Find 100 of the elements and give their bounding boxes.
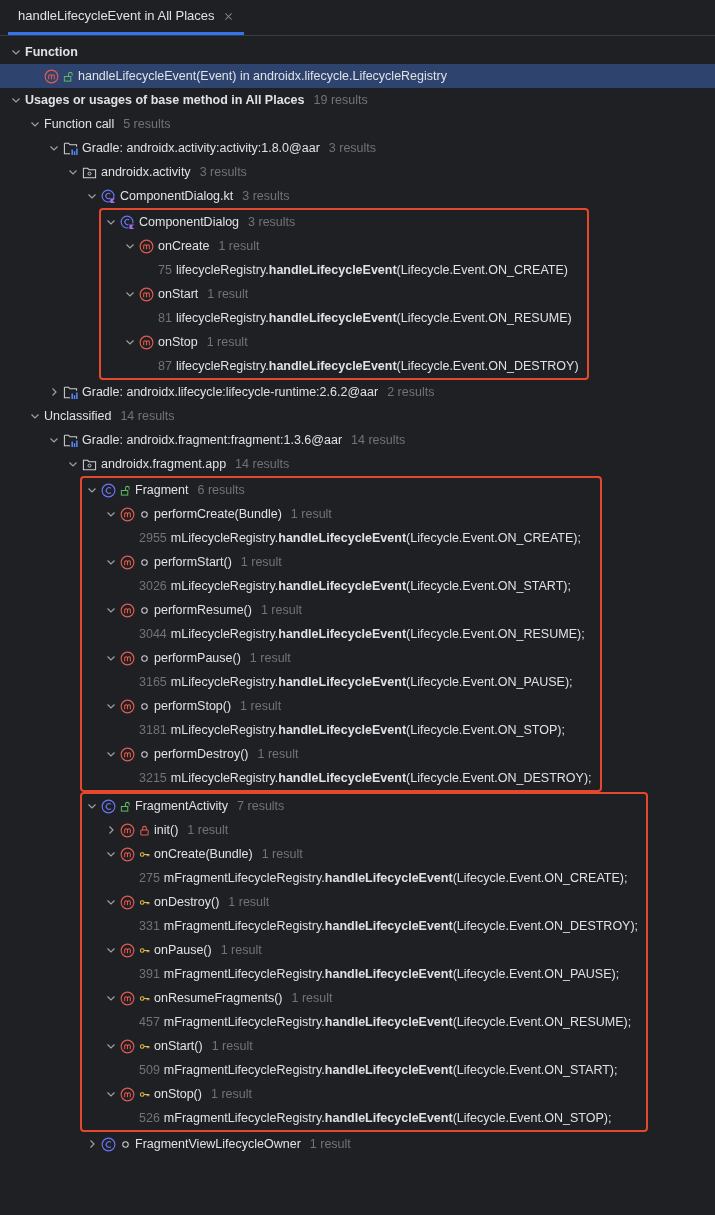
- method-icon: [139, 238, 154, 254]
- tree-row[interactable]: handleLifecycleEvent(Event) in androidx.lifecycle.LifecycleRegistry: [0, 64, 715, 88]
- chevron-icon[interactable]: [105, 509, 116, 519]
- tree-row[interactable]: onPause() 1 result: [82, 938, 639, 962]
- tree-row[interactable]: init() 1 result: [82, 818, 639, 842]
- chevron-icon[interactable]: [105, 993, 116, 1003]
- tab[interactable]: handleLifecycleEvent in All Places: [8, 0, 244, 35]
- chevron-icon[interactable]: [105, 557, 116, 567]
- tree-row[interactable]: Unclassified 14 results: [0, 404, 715, 428]
- tree-row[interactable]: 3165 mLifecycleRegistry.handleLifecycleEvent(Lifecycle.Event.ON_PAUSE);: [82, 670, 592, 694]
- chevron-icon[interactable]: [86, 485, 97, 495]
- tree-row[interactable]: 2955 mLifecycleRegistry.handleLifecycleEvent(Lifecycle.Event.ON_CREATE);: [82, 526, 592, 550]
- chevron-icon[interactable]: [10, 47, 21, 57]
- chevron-icon[interactable]: [67, 167, 78, 177]
- chevron-icon[interactable]: [124, 241, 135, 251]
- result-count: 1 result: [261, 845, 303, 863]
- tree-row[interactable]: 87 lifecycleRegistry.handleLifecycleEvent(Lifecycle.Event.ON_DESTROY): [101, 354, 579, 378]
- tree-row[interactable]: onCreate 1 result: [101, 234, 579, 258]
- tree-row[interactable]: 75 lifecycleRegistry.handleLifecycleEvent(Lifecycle.Event.ON_CREATE): [101, 258, 579, 282]
- tree-row[interactable]: Gradle: androidx.lifecycle:lifecycle-runtime:2.6.2@aar 2 results: [0, 380, 715, 404]
- chevron-icon[interactable]: [105, 849, 116, 859]
- method-icon: [120, 846, 135, 862]
- tree-row[interactable]: androidx.activity 3 results: [0, 160, 715, 184]
- tree-row[interactable]: FragmentActivity 7 results: [82, 794, 639, 818]
- tree-row[interactable]: onCreate(Bundle) 1 result: [82, 842, 639, 866]
- code-line: mLifecycleRegistry.handleLifecycleEvent(Lifecycle.Event.ON_DESTROY);: [170, 769, 592, 787]
- chevron-icon[interactable]: [105, 1089, 116, 1099]
- tree-row[interactable]: Function call 5 results: [0, 112, 715, 136]
- line-number: 2955: [139, 529, 167, 547]
- tree-row[interactable]: 3026 mLifecycleRegistry.handleLifecycleEvent(Lifecycle.Event.ON_START);: [82, 574, 592, 598]
- method-icon: [139, 286, 154, 302]
- tree-row[interactable]: 331 mFragmentLifecycleRegistry.handleLifecycleEvent(Lifecycle.Event.ON_DESTROY);: [82, 914, 639, 938]
- method-icon: [120, 942, 135, 958]
- tree-row[interactable]: 275 mFragmentLifecycleRegistry.handleLifecycleEvent(Lifecycle.Event.ON_CREATE);: [82, 866, 639, 890]
- tree-row[interactable]: androidx.fragment.app 14 results: [0, 452, 715, 476]
- chevron-icon[interactable]: [124, 289, 135, 299]
- chevron-icon[interactable]: [105, 1041, 116, 1051]
- node-label: Gradle: androidx.activity:activity:1.8.0@aar: [82, 139, 320, 157]
- tree-row[interactable]: Gradle: androidx.fragment:fragment:1.3.6@aar 14 results: [0, 428, 715, 452]
- tree-row[interactable]: performDestroy() 1 result: [82, 742, 592, 766]
- tree-row[interactable]: Function: [0, 40, 715, 64]
- tree-row[interactable]: Usages or usages of base method in All Places 19 results: [0, 88, 715, 112]
- tree-row[interactable]: FragmentViewLifecycleOwner 1 result: [0, 1132, 715, 1156]
- tree-row[interactable]: Fragment 6 results: [82, 478, 592, 502]
- close-icon[interactable]: [222, 10, 234, 22]
- tree-row[interactable]: ComponentDialog 3 results: [101, 210, 579, 234]
- chevron-icon[interactable]: [105, 605, 116, 615]
- code-line: lifecycleRegistry.handleLifecycleEvent(Lifecycle.Event.ON_DESTROY): [175, 357, 579, 375]
- tree-row[interactable]: onStart 1 result: [101, 282, 579, 306]
- tree-row[interactable]: 526 mFragmentLifecycleRegistry.handleLifecycleEvent(Lifecycle.Event.ON_STOP);: [82, 1106, 639, 1130]
- class-icon: [101, 1136, 116, 1152]
- chevron-icon[interactable]: [29, 119, 40, 129]
- result-count: 1 result: [291, 989, 333, 1007]
- line-number: 75: [158, 261, 172, 279]
- tree-row[interactable]: onStart() 1 result: [82, 1034, 639, 1058]
- chevron-icon[interactable]: [86, 801, 97, 811]
- tree-row[interactable]: performResume() 1 result: [82, 598, 592, 622]
- tree-row[interactable]: 391 mFragmentLifecycleRegistry.handleLifecycleEvent(Lifecycle.Event.ON_PAUSE);: [82, 962, 639, 986]
- chevron-icon[interactable]: [105, 749, 116, 759]
- tree-row[interactable]: onDestroy() 1 result: [82, 890, 639, 914]
- result-count: 1 result: [260, 601, 302, 619]
- tree-row[interactable]: 509 mFragmentLifecycleRegistry.handleLifecycleEvent(Lifecycle.Event.ON_START);: [82, 1058, 639, 1082]
- tree-row[interactable]: ComponentDialog.kt 3 results: [0, 184, 715, 208]
- chevron-icon[interactable]: [48, 435, 59, 445]
- line-number: 3215: [139, 769, 167, 787]
- chevron-icon[interactable]: [105, 945, 116, 955]
- chevron-icon[interactable]: [48, 143, 59, 153]
- tree-row[interactable]: onStop 1 result: [101, 330, 579, 354]
- tree-row[interactable]: 457 mFragmentLifecycleRegistry.handleLifecycleEvent(Lifecycle.Event.ON_RESUME);: [82, 1010, 639, 1034]
- code-line: mFragmentLifecycleRegistry.handleLifecycleEvent(Lifecycle.Event.ON_RESUME);: [163, 1013, 632, 1031]
- tree-row[interactable]: onStop() 1 result: [82, 1082, 639, 1106]
- tree-row[interactable]: 3181 mLifecycleRegistry.handleLifecycleEvent(Lifecycle.Event.ON_STOP);: [82, 718, 592, 742]
- node-label: handleLifecycleEvent(Event) in androidx.lifecycle.LifecycleRegistry: [78, 67, 447, 85]
- chevron-icon[interactable]: [105, 701, 116, 711]
- chevron-icon[interactable]: [10, 95, 21, 105]
- tree-row[interactable]: onResumeFragments() 1 result: [82, 986, 639, 1010]
- tree-row[interactable]: performStop() 1 result: [82, 694, 592, 718]
- tree-row[interactable]: 81 lifecycleRegistry.handleLifecycleEvent(Lifecycle.Event.ON_RESUME): [101, 306, 579, 330]
- chevron-icon[interactable]: [124, 337, 135, 347]
- chevron-icon[interactable]: [67, 459, 78, 469]
- node-label: FragmentViewLifecycleOwner: [135, 1135, 301, 1153]
- chevron-icon[interactable]: [86, 191, 97, 201]
- line-number: 3044: [139, 625, 167, 643]
- line-number: 3181: [139, 721, 167, 739]
- tree-row[interactable]: performStart() 1 result: [82, 550, 592, 574]
- node-label: Gradle: androidx.fragment:fragment:1.3.6@aar: [82, 431, 343, 449]
- tree-row[interactable]: 3215 mLifecycleRegistry.handleLifecycleEvent(Lifecycle.Event.ON_DESTROY);: [82, 766, 592, 790]
- result-count: 1 result: [206, 333, 248, 351]
- class-icon: [101, 482, 116, 498]
- tree-row[interactable]: 3044 mLifecycleRegistry.handleLifecycleEvent(Lifecycle.Event.ON_RESUME);: [82, 622, 592, 646]
- line-number: 391: [139, 965, 160, 983]
- tree-row[interactable]: Gradle: androidx.activity:activity:1.8.0@aar 3 results: [0, 136, 715, 160]
- chevron-icon[interactable]: [105, 653, 116, 663]
- chevron-icon[interactable]: [29, 411, 40, 421]
- chevron-icon[interactable]: [105, 897, 116, 907]
- node-label: onPause(): [154, 941, 212, 959]
- chevron-icon[interactable]: [105, 217, 116, 227]
- tree-row[interactable]: performCreate(Bundle) 1 result: [82, 502, 592, 526]
- tree-row[interactable]: performPause() 1 result: [82, 646, 592, 670]
- result-count: 1 result: [228, 893, 270, 911]
